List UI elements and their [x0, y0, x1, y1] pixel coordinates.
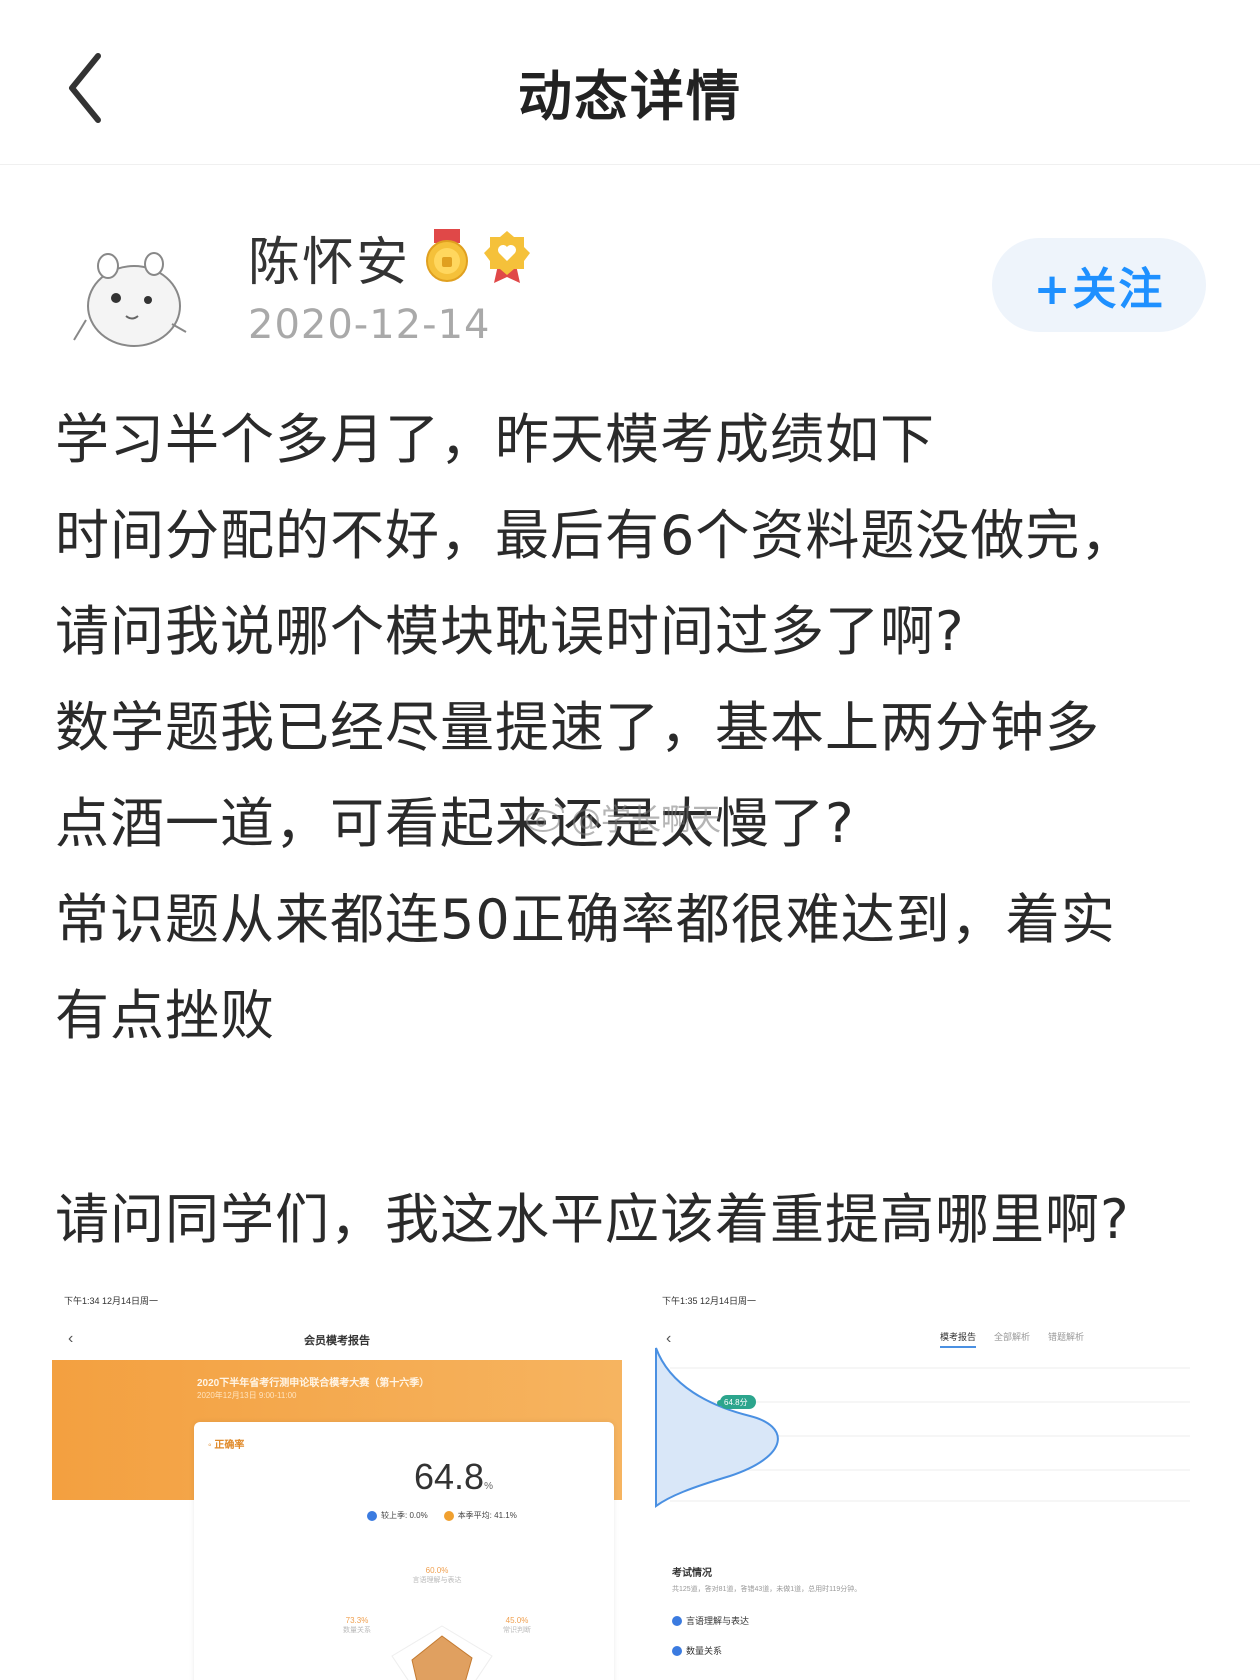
- screenshot-exam-report[interactable]: 下午1:34 12月14日周一 ‹ 会员模考报告 2020下半年省考行测申论联合…: [52, 1286, 622, 1680]
- thumb-status-bar: 下午1:35 12月14日周一: [662, 1296, 757, 1306]
- module-item[interactable]: 数量关系: [672, 1644, 722, 1657]
- post-line: 请问我说哪个模块耽误时间过多了啊?: [55, 600, 965, 663]
- author-name[interactable]: 陈怀安: [248, 220, 410, 295]
- thumb-exam-name: 2020下半年省考行测申论联合模考大赛（第十六季）: [197, 1378, 430, 1389]
- thumbs-up-medal-icon: [426, 229, 469, 282]
- legend-item: 较上季: 0.0%: [367, 1510, 428, 1521]
- module-item[interactable]: 言语理解与表达: [672, 1614, 749, 1627]
- follow-button[interactable]: +关注: [992, 238, 1206, 332]
- post-date: 2020-12-14: [248, 302, 491, 348]
- post-body: 学习半个多月了，昨天模考成绩如下 时间分配的不好，最后有6个资料题没做完， 请问…: [55, 392, 1215, 1064]
- thumb-section-title: 考试情况: [672, 1568, 712, 1579]
- thumb-title: 会员模考报告: [304, 1335, 370, 1347]
- post-line: 常识题从来都连50正确率都很难达到，着实: [55, 888, 1116, 951]
- post-line: 学习半个多月了，昨天模考成绩如下: [55, 408, 935, 471]
- watermark-text: @学长啊天: [571, 803, 721, 838]
- top-bar: 动态详情: [0, 0, 1260, 165]
- distribution-chart: 80 60 40 20 0 64.8分: [655, 1347, 1190, 1508]
- thumb-card-label: ◦ 正确率: [208, 1440, 245, 1451]
- screenshot-score-distribution[interactable]: 下午1:35 12月14日周一 ‹ 模考报告 全部解析 错题解析 80 60 4…: [650, 1286, 1210, 1680]
- thumb-legend: 较上季: 0.0% 本季平均: 41.1%: [367, 1510, 517, 1521]
- thumb-status-bar: 下午1:34 12月14日周一: [64, 1296, 159, 1306]
- thumb-section-desc: 共125道，答对81道，答错43道，未做1道，总用时119分钟。: [672, 1586, 862, 1593]
- thumb-exam-time: 2020年12月13日 9:00-11:00: [197, 1391, 297, 1400]
- post-question: 请问同学们，我这水平应该着重提高哪里啊?: [55, 1188, 1130, 1251]
- author-row: 陈怀安: [248, 220, 531, 295]
- heart-medal-icon: [484, 231, 531, 283]
- radar-chart: [391, 1625, 493, 1680]
- weibo-icon: [526, 804, 564, 832]
- page-title: 动态详情: [518, 65, 742, 128]
- hamster-avatar-image: [73, 252, 187, 347]
- watermark: @学长啊天: [525, 795, 721, 839]
- radar-label-top: 60.0% 言语理解与表达: [412, 1566, 462, 1584]
- score-marker: 64.8分: [724, 1398, 748, 1407]
- legend-item: 本季平均: 41.1%: [443, 1510, 517, 1521]
- post-line: 数学题我已经尽量提速了，基本上两分钟多: [55, 696, 1100, 759]
- post-line: 时间分配的不好，最后有6个资料题没做完，: [55, 504, 1136, 567]
- thumb-score: 64.8%: [414, 1456, 493, 1497]
- avatar[interactable]: [56, 228, 196, 368]
- post-line: 有点挫败: [55, 984, 275, 1047]
